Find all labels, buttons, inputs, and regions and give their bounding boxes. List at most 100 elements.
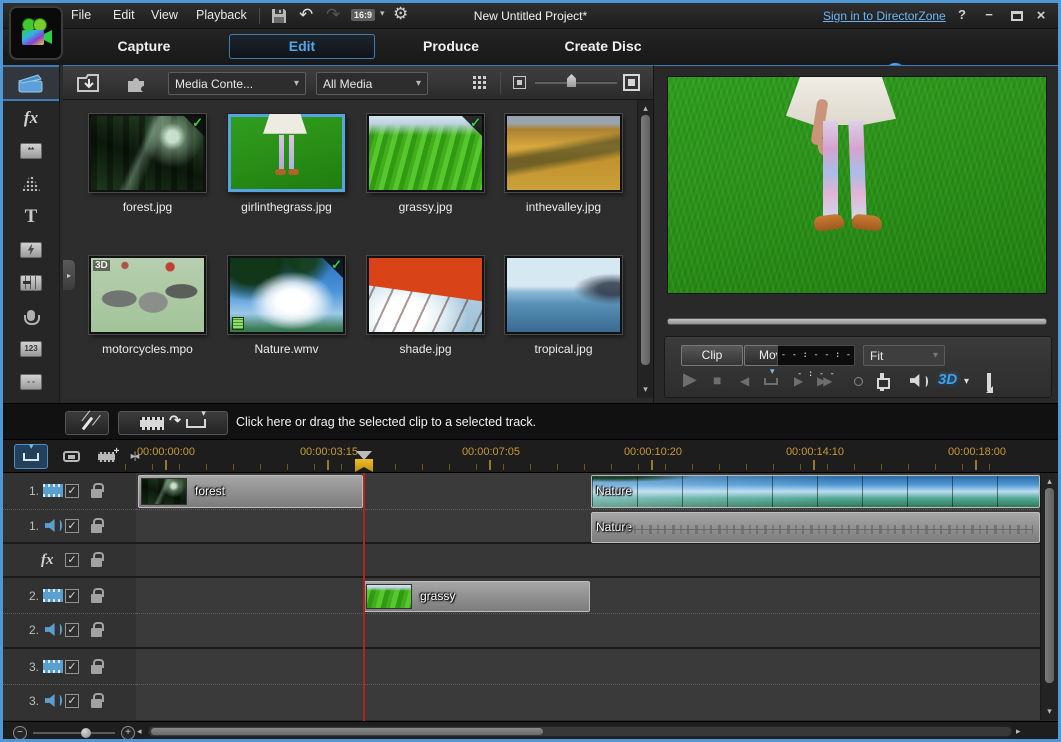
track-lane-audio2[interactable] xyxy=(136,614,1040,649)
sidebar-item-audio-mixing-room[interactable] xyxy=(3,266,59,299)
media-thumbnail-inthevalley[interactable] xyxy=(505,114,622,192)
tab-produce[interactable]: Produce xyxy=(405,38,497,54)
minimize-icon[interactable]: − xyxy=(980,7,998,22)
timeline-view-button[interactable] xyxy=(14,444,48,469)
playhead-line[interactable] xyxy=(363,473,365,721)
track-header-audio2[interactable]: 2. ✓ xyxy=(3,614,136,649)
media-item[interactable]: tropical.jpg xyxy=(501,256,626,356)
magic-tools-button[interactable] xyxy=(65,411,109,435)
media-item[interactable]: shade.jpg xyxy=(363,256,488,356)
track-header-audio1[interactable]: 1. ✓ xyxy=(3,510,136,544)
undock-player-icon[interactable] xyxy=(987,373,991,391)
tab-capture[interactable]: Capture xyxy=(98,38,190,54)
undo-icon[interactable]: ↶ xyxy=(299,5,313,25)
lock-icon[interactable] xyxy=(91,665,102,674)
track-lane-fx[interactable] xyxy=(136,544,1040,578)
library-scroll-thumb[interactable] xyxy=(641,115,650,365)
timeline-zoom-handle[interactable] xyxy=(81,728,91,738)
sidebar-item-subtitle-room[interactable]: - - xyxy=(3,365,59,398)
track-enable-checkbox[interactable]: ✓ xyxy=(65,519,79,533)
media-thumbnail-tropical[interactable] xyxy=(505,256,622,334)
media-item[interactable]: inthevalley.jpg xyxy=(501,114,626,214)
media-item[interactable]: ✓ forest.jpg xyxy=(85,114,210,214)
settings-gear-icon[interactable]: ⚙ xyxy=(393,4,408,24)
media-thumbnail-girlinthegrass[interactable] xyxy=(228,114,345,192)
close-icon[interactable]: × xyxy=(1032,7,1050,24)
library-flyout-handle[interactable]: ▸ xyxy=(63,260,75,290)
thumbnail-size-slider[interactable] xyxy=(535,82,617,84)
track-header-fx[interactable]: fx ✓ xyxy=(3,544,136,578)
scroll-left-icon[interactable]: ◂ xyxy=(137,726,142,737)
media-thumbnail-nature[interactable]: ✓ xyxy=(228,256,345,334)
track-enable-checkbox[interactable]: ✓ xyxy=(65,589,79,603)
media-thumbnail-shade[interactable] xyxy=(367,256,484,334)
lock-icon[interactable] xyxy=(91,594,102,603)
lock-icon[interactable] xyxy=(91,524,102,533)
timeline-clip-nature-audio[interactable]: Nature xyxy=(591,512,1040,543)
lock-icon[interactable] xyxy=(91,699,102,708)
track-header-video2[interactable]: 2. ✓ xyxy=(3,578,136,614)
timeline-clip-nature-video[interactable]: Nature xyxy=(591,475,1040,508)
timecode-display[interactable]: - - : - - : - - : - - xyxy=(777,345,855,366)
3d-toggle[interactable]: 3D xyxy=(938,371,957,388)
media-thumbnail-forest[interactable]: ✓ xyxy=(89,114,206,192)
sidebar-item-voiceover-room[interactable] xyxy=(3,299,59,332)
track-lane-video3[interactable] xyxy=(136,649,1040,685)
dual-preview-icon[interactable] xyxy=(880,373,884,391)
lock-icon[interactable] xyxy=(91,489,102,498)
fast-forward-icon[interactable]: ▶▶ xyxy=(817,374,829,388)
track-header-video1[interactable]: 1. ✓ xyxy=(3,473,136,510)
scroll-down-icon[interactable]: ▾ xyxy=(638,384,653,395)
import-media-icon[interactable] xyxy=(77,72,101,94)
save-icon[interactable] xyxy=(271,8,287,24)
track-header-audio3[interactable]: 3. ✓ xyxy=(3,685,136,720)
volume-speaker-icon[interactable] xyxy=(910,374,928,390)
thumbnail-small-icon[interactable] xyxy=(513,76,526,89)
lock-icon[interactable] xyxy=(91,628,102,637)
timeline-clip-grassy[interactable]: grassy xyxy=(363,581,590,612)
thumbnail-size-handle[interactable] xyxy=(567,74,576,87)
tab-edit[interactable]: Edit xyxy=(229,34,375,59)
media-item[interactable]: ✓ Nature.wmv xyxy=(224,256,349,356)
previous-frame-icon[interactable]: ◀ xyxy=(740,374,749,388)
menu-playback[interactable]: Playback xyxy=(196,8,247,22)
redo-icon[interactable]: ↷ xyxy=(326,5,340,25)
timeline-hscroll-thumb[interactable] xyxy=(151,728,543,735)
track-header-video3[interactable]: 3. ✓ xyxy=(3,649,136,685)
sidebar-item-transition-room[interactable] xyxy=(3,233,59,266)
preview-seek-slider[interactable] xyxy=(667,318,1047,325)
media-thumbnail-grassy[interactable]: ✓ xyxy=(367,114,484,192)
sidebar-item-pip-room[interactable]: ** xyxy=(3,134,59,167)
track-lane-audio3[interactable] xyxy=(136,685,1040,720)
timeline-scrollbar-horizontal[interactable] xyxy=(148,726,1012,737)
media-content-dropdown[interactable]: Media Conte... ▾ xyxy=(168,72,306,95)
maximize-icon[interactable] xyxy=(1011,11,1023,21)
next-frame-icon[interactable]: ▶ xyxy=(794,374,803,388)
timeline-zoom-out-button[interactable]: − xyxy=(13,726,27,740)
sidebar-item-media-room[interactable] xyxy=(3,65,59,101)
scroll-right-icon[interactable]: ▸ xyxy=(1016,726,1021,737)
storyboard-view-button[interactable] xyxy=(54,444,88,469)
stop-icon[interactable]: ■ xyxy=(713,372,721,388)
media-item[interactable]: ✓ grassy.jpg xyxy=(363,114,488,214)
sidebar-item-chapter-room[interactable]: 123 xyxy=(3,332,59,365)
3d-dropdown-icon[interactable]: ▾ xyxy=(964,376,969,387)
sidebar-item-title-room[interactable]: T xyxy=(3,200,59,233)
menu-edit[interactable]: Edit xyxy=(113,8,135,22)
ruler-minor-ticks[interactable] xyxy=(125,464,1011,470)
track-enable-checkbox[interactable]: ✓ xyxy=(65,484,79,498)
track-enable-checkbox[interactable]: ✓ xyxy=(65,660,79,674)
timeline-scrollbar-vertical[interactable]: ▴ ▾ xyxy=(1040,473,1058,720)
timeline-clip-forest[interactable]: forest xyxy=(138,475,363,508)
library-scrollbar[interactable]: ▴ ▾ xyxy=(637,100,653,398)
library-view-icon[interactable] xyxy=(473,76,476,79)
scroll-up-icon[interactable]: ▴ xyxy=(638,103,653,114)
thumbnail-large-icon[interactable] xyxy=(623,74,640,91)
sidebar-item-particle-room[interactable] xyxy=(3,167,59,200)
track-enable-checkbox[interactable]: ✓ xyxy=(65,623,79,637)
tab-create-disc[interactable]: Create Disc xyxy=(553,38,653,54)
aspect-dropdown-icon[interactable]: ▾ xyxy=(380,8,385,19)
track-enable-checkbox[interactable]: ✓ xyxy=(65,694,79,708)
help-icon[interactable]: ? xyxy=(953,7,971,22)
seek-ruler-icon[interactable] xyxy=(764,378,778,385)
